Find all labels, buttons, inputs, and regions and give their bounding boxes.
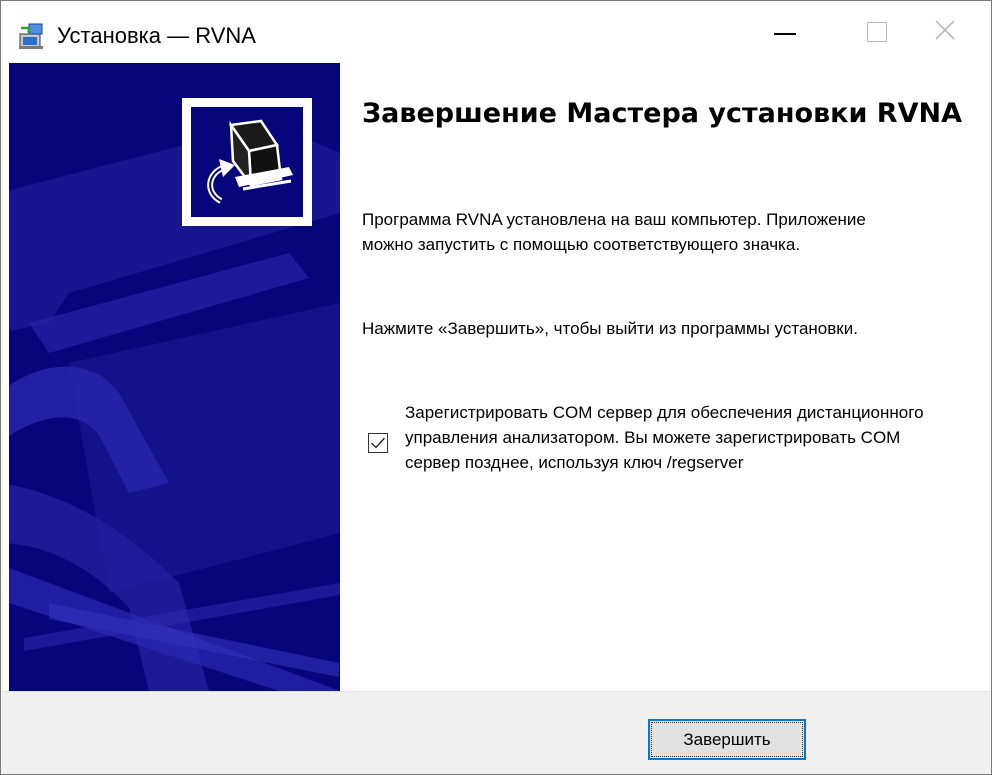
close-button: [899, 1, 991, 63]
window-title: Установка — RVNA: [57, 23, 256, 48]
installer-window: Установка — RVNA Завершение Мастера уста…: [0, 0, 992, 775]
computer-install-icon: [207, 119, 293, 204]
button-bar: Завершить: [1, 691, 991, 774]
checkmark-icon: [371, 437, 386, 449]
title-bar[interactable]: Установка — RVNA: [1, 1, 991, 63]
wizard-banner: [9, 63, 340, 691]
register-com-label[interactable]: Зарегистрировать COM сервер для обеспече…: [405, 400, 935, 475]
finish-instruction-text: Нажмите «Завершить», чтобы выйти из прог…: [362, 319, 858, 338]
banner-logo: [182, 98, 312, 226]
minimize-button[interactable]: [739, 1, 831, 63]
page-title: Завершение Мастера установки RVNA: [362, 98, 962, 129]
maximize-icon: [867, 22, 887, 42]
install-complete-text: Программа RVNA установлена на ваш компью…: [362, 210, 866, 254]
minimize-icon: [774, 33, 796, 35]
setup-app-icon: [17, 22, 45, 50]
finish-button[interactable]: Завершить: [648, 719, 806, 760]
register-com-checkbox[interactable]: [368, 433, 388, 453]
close-icon: [933, 18, 957, 47]
